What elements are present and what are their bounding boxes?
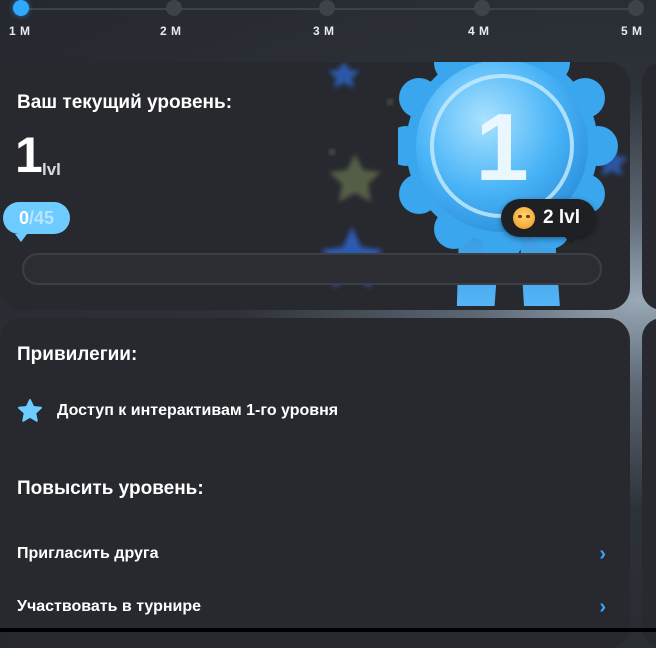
privilege-label: Доступ к интерактивам 1-го уровня: [57, 402, 339, 419]
milestone-label-2: 2 M: [160, 24, 182, 38]
milestone-label-3: 3 M: [313, 24, 335, 38]
chevron-right-icon: ›: [599, 595, 606, 618]
progress-badge: 0/45: [3, 202, 71, 242]
chevron-right-icon: ›: [599, 542, 606, 565]
current-level-title: Ваш текущий уровень:: [17, 92, 233, 113]
milestone-label-1: 1 M: [9, 24, 31, 38]
next-level-card-peek: [642, 62, 656, 310]
milestone-label-4: 4 M: [468, 24, 490, 38]
invite-friend-label: Пригласить друга: [17, 545, 159, 562]
milestone-dot-1[interactable]: [13, 0, 29, 16]
sparkle-dot: [387, 99, 393, 105]
emoji-face-icon: [513, 207, 535, 229]
privileges-title: Привилегии:: [17, 344, 138, 365]
milestone-dot-5[interactable]: [628, 0, 644, 16]
privilege-item: Доступ к интерактивам 1-го уровня: [17, 398, 338, 424]
invite-friend-link[interactable]: Пригласить друга ›: [17, 540, 606, 568]
progress-current: 0: [19, 208, 30, 228]
current-level-number: 1: [15, 127, 43, 183]
progress-total: /45: [29, 208, 55, 228]
current-level-card: 1 Ваш текущий уровень: 1 lvl 0/45 2 lvl: [0, 62, 630, 310]
level-progress-bar: [22, 253, 602, 285]
milestone-dot-2[interactable]: [166, 0, 182, 16]
bottom-edge: [0, 628, 656, 632]
current-level-suffix: lvl: [42, 160, 61, 179]
sparkle-dot: [329, 149, 335, 155]
privileges-card: Привилегии: Доступ к интерактивам 1-го у…: [0, 318, 630, 648]
medal-number: 1: [475, 94, 528, 201]
next-level-badge: 2 lvl: [501, 199, 596, 244]
star-icon: [18, 399, 42, 422]
milestone-timeline: 1 M 2 M 3 M 4 M 5 M: [0, 0, 656, 48]
star-shape: [328, 62, 360, 88]
milestone-dot-3[interactable]: [319, 0, 335, 16]
milestone-dot-4[interactable]: [474, 0, 490, 16]
join-tournament-link[interactable]: Участвовать в турнире ›: [17, 593, 606, 621]
join-tournament-label: Участвовать в турнире: [17, 598, 202, 615]
next-level-label: 2 lvl: [543, 207, 580, 228]
milestone-label-5: 5 M: [621, 24, 643, 38]
next-privileges-card-peek: [642, 318, 656, 648]
upgrade-title: Повысить уровень:: [17, 478, 204, 499]
